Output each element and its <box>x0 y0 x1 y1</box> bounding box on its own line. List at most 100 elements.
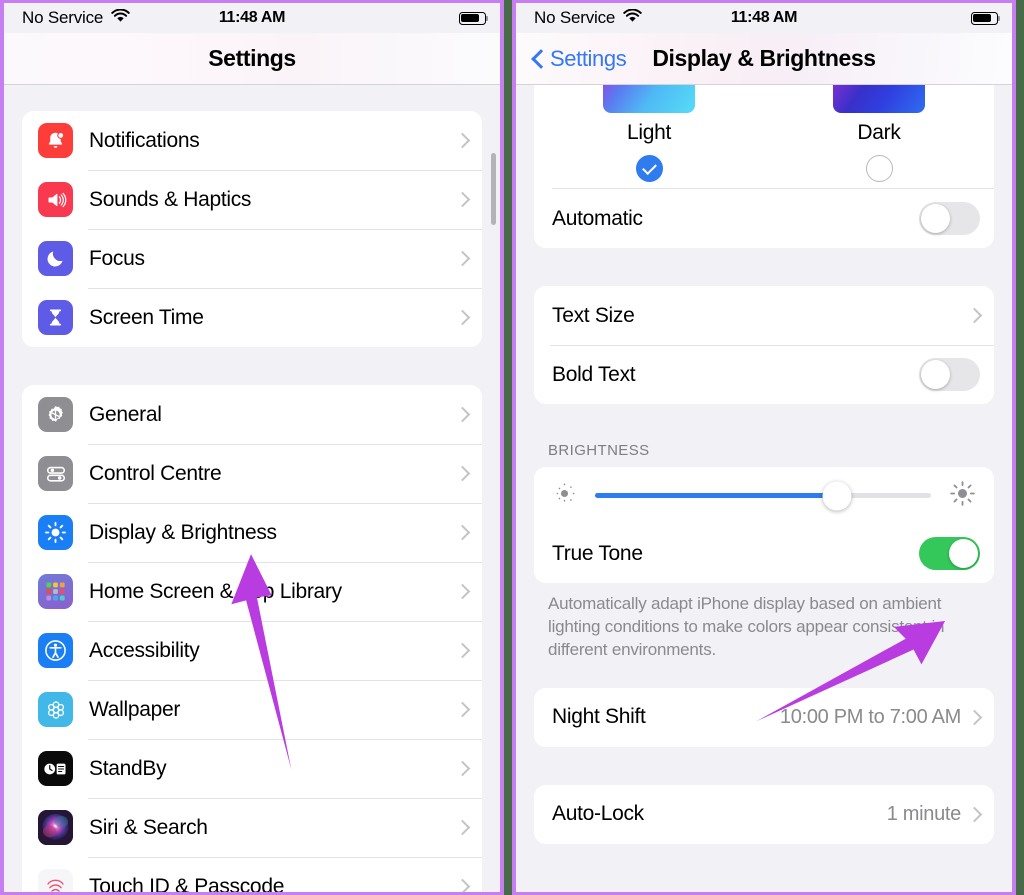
automatic-row[interactable]: Automatic <box>534 189 994 248</box>
sidebar-item-label: Touch ID & Passcode <box>89 874 285 893</box>
settings-scroll-body[interactable]: Notifications Sounds & Haptics Focus Scr… <box>4 85 500 892</box>
dark-preview-thumbnail[interactable] <box>833 85 925 113</box>
sidebar-item-touch-id-passcode[interactable]: Touch ID & Passcode <box>22 857 482 892</box>
group-gap <box>516 404 1012 442</box>
appearance-option-label: Light <box>626 121 672 144</box>
true-tone-label: True Tone <box>552 541 643 565</box>
bold-text-label: Bold Text <box>552 362 636 386</box>
wifi-icon <box>623 8 642 28</box>
night-shift-row[interactable]: Night Shift 10:00 PM to 7:00 AM <box>534 687 994 747</box>
sidebar-item-display-brightness[interactable]: Display & Brightness <box>22 503 482 562</box>
chevron-right-icon <box>454 878 471 892</box>
sidebar-item-label: Accessibility <box>89 638 200 662</box>
sidebar-item-label: Display & Brightness <box>89 520 277 544</box>
group-gap <box>516 662 1012 688</box>
screenshot-stage: No Service 11:48 AM Settings Notificatio… <box>0 0 1024 895</box>
brightness-group: True Tone <box>534 467 994 583</box>
sidebar-item-label: StandBy <box>89 756 167 780</box>
right-phone-pane: No Service 11:48 AM Settings Display & B… <box>512 0 1016 895</box>
true-tone-toggle[interactable] <box>919 537 980 570</box>
bold-text-toggle[interactable] <box>919 358 980 391</box>
touch-id-icon <box>38 869 73 892</box>
sidebar-item-label: General <box>89 402 162 426</box>
sidebar-item-general[interactable]: General <box>22 385 482 444</box>
text-size-label: Text Size <box>552 303 635 327</box>
home-screen-icon <box>38 574 73 609</box>
sidebar-item-accessibility[interactable]: Accessibility <box>22 621 482 680</box>
sidebar-item-siri-search[interactable]: Siri & Search <box>22 798 482 857</box>
group-gap <box>516 747 1012 785</box>
auto-lock-value: 1 minute <box>886 802 962 825</box>
brightness-slider-fill <box>595 493 837 498</box>
back-button[interactable]: Settings <box>532 45 627 72</box>
appearance-option-dark[interactable]: Dark <box>764 85 994 182</box>
status-right <box>459 11 489 25</box>
status-right <box>971 11 1001 25</box>
group-gap <box>516 248 1012 286</box>
automatic-toggle[interactable] <box>919 202 980 235</box>
sidebar-item-focus[interactable]: Focus <box>22 229 482 288</box>
left-status-bar: No Service 11:48 AM <box>4 3 500 33</box>
sidebar-item-label: Screen Time <box>89 305 204 329</box>
true-tone-row[interactable]: True Tone <box>534 524 994 583</box>
sidebar-item-home-screen[interactable]: Home Screen & App Library <box>22 562 482 621</box>
chevron-right-icon <box>454 760 471 777</box>
sidebar-item-notifications[interactable]: Notifications <box>22 111 482 170</box>
chevron-right-icon <box>454 191 471 208</box>
chevron-left-icon <box>532 48 545 70</box>
night-shift-group: Night Shift 10:00 PM to 7:00 AM <box>534 687 994 747</box>
sidebar-item-wallpaper[interactable]: Wallpaper <box>22 680 482 739</box>
chevron-right-icon <box>966 307 983 324</box>
auto-lock-group: Auto-Lock 1 minute <box>534 784 994 844</box>
auto-lock-label: Auto-Lock <box>552 802 644 826</box>
chevron-right-icon <box>454 132 471 149</box>
bold-text-row[interactable]: Bold Text <box>534 345 994 404</box>
sounds-icon <box>38 182 73 217</box>
settings-group-2: General Control Centre Display & Brightn… <box>22 385 482 892</box>
sidebar-item-label: Focus <box>89 246 145 270</box>
carrier-label: No Service <box>22 8 104 27</box>
battery-icon <box>459 11 489 25</box>
brightness-slider-row[interactable] <box>534 467 994 524</box>
display-scroll-body[interactable]: Light Dark Automatic Text Size Bold Text… <box>516 85 1012 892</box>
standby-icon <box>38 751 73 786</box>
appearance-option-light[interactable]: Light <box>534 85 764 182</box>
accessibility-icon <box>38 633 73 668</box>
sidebar-item-screen-time[interactable]: Screen Time <box>22 288 482 347</box>
chevron-right-icon <box>454 583 471 600</box>
sidebar-item-label: Sounds & Haptics <box>89 187 252 211</box>
screen-time-icon <box>38 300 73 335</box>
auto-lock-row[interactable]: Auto-Lock 1 minute <box>534 784 994 844</box>
chevron-right-icon <box>454 819 471 836</box>
chevron-right-icon <box>966 709 983 726</box>
chevron-right-icon <box>454 524 471 541</box>
chevron-right-icon <box>454 642 471 659</box>
top-spacer <box>4 85 500 111</box>
status-left: No Service <box>534 8 642 28</box>
sidebar-item-label: Siri & Search <box>89 815 208 839</box>
left-phone-pane: No Service 11:48 AM Settings Notificatio… <box>0 0 504 895</box>
appearance-group: Light Dark Automatic <box>534 85 994 248</box>
sidebar-item-control-centre[interactable]: Control Centre <box>22 444 482 503</box>
brightness-low-icon <box>552 481 577 511</box>
light-radio-selected[interactable] <box>635 155 663 182</box>
light-preview-thumbnail[interactable] <box>603 85 695 113</box>
back-button-label: Settings <box>550 45 627 71</box>
sidebar-item-sounds-haptics[interactable]: Sounds & Haptics <box>22 170 482 229</box>
text-group: Text Size Bold Text <box>534 286 994 404</box>
right-status-bar: No Service 11:48 AM <box>516 3 1012 33</box>
text-size-row[interactable]: Text Size <box>534 286 994 345</box>
dark-radio-unselected[interactable] <box>865 155 893 182</box>
settings-group-1: Notifications Sounds & Haptics Focus Scr… <box>22 111 482 347</box>
sidebar-item-standby[interactable]: StandBy <box>22 739 482 798</box>
brightness-slider-knob[interactable] <box>822 481 852 510</box>
chevron-right-icon <box>454 309 471 326</box>
true-tone-footnote: Automatically adapt iPhone display based… <box>548 594 945 659</box>
brightness-slider-track[interactable] <box>595 481 931 510</box>
notifications-icon <box>38 123 73 158</box>
brightness-high-icon <box>949 480 976 512</box>
appearance-option-label: Dark <box>857 121 901 144</box>
page-title: Display & Brightness <box>652 45 876 71</box>
wifi-icon <box>111 8 130 28</box>
vertical-scrollbar[interactable] <box>491 153 496 225</box>
